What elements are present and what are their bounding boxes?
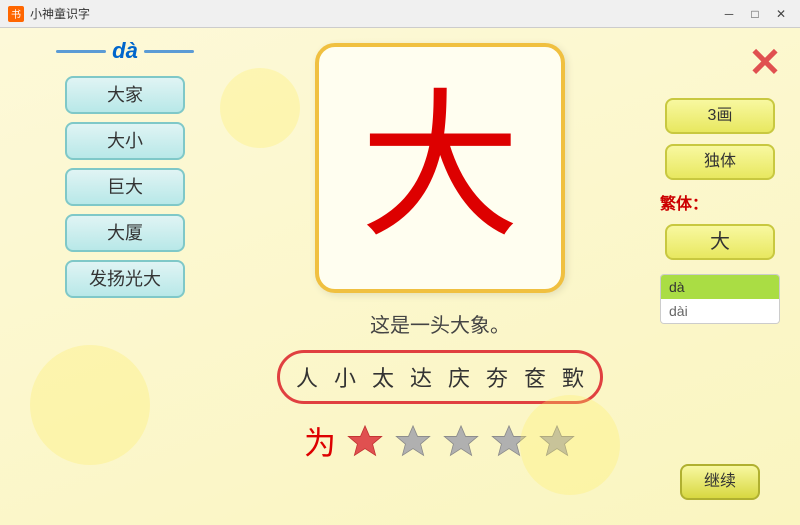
app-icon: 书 xyxy=(8,6,24,22)
choice-3[interactable]: 达 xyxy=(410,361,432,393)
pinyin-line-left xyxy=(56,50,106,53)
maximize-button[interactable]: □ xyxy=(744,5,766,23)
close-button[interactable]: ✕ xyxy=(770,5,792,23)
choice-0[interactable]: 人 xyxy=(296,361,318,393)
word-btn-3[interactable]: 大厦 xyxy=(65,214,185,252)
deco-circle-3 xyxy=(520,395,620,495)
continue-button[interactable]: 继续 xyxy=(680,464,760,500)
main-character: 大 xyxy=(360,88,520,248)
choice-7[interactable]: 歅 xyxy=(562,361,584,393)
titlebar-left: 书 小神童识字 xyxy=(8,5,90,22)
star-1 xyxy=(346,422,384,460)
choice-2[interactable]: 太 xyxy=(372,361,394,393)
strokes-info: 3画 xyxy=(665,98,775,134)
fanti-label: 繁体： xyxy=(660,190,708,214)
app-title: 小神童识字 xyxy=(30,5,90,22)
right-panel: ✕ 3画 独体 繁体： 大 dà dài 继续 xyxy=(640,28,800,525)
window-controls: ─ □ ✕ xyxy=(718,5,792,23)
pinyin-list: dà dài xyxy=(660,274,780,324)
star-2 xyxy=(394,422,432,460)
close-x-icon: ✕ xyxy=(748,41,782,85)
choice-1[interactable]: 小 xyxy=(334,361,356,393)
deco-circle-1 xyxy=(30,345,150,465)
deco-circle-2 xyxy=(220,68,300,148)
choices-oval: 人 小 太 达 庆 夯 奁 歅 xyxy=(277,350,603,404)
choice-5[interactable]: 夯 xyxy=(486,361,508,393)
pinyin-line-right xyxy=(144,50,194,53)
titlebar: 书 小神童识字 ─ □ ✕ xyxy=(0,0,800,28)
example-sentence: 这是一头大象。 xyxy=(370,309,510,338)
word-btn-4[interactable]: 发扬光大 xyxy=(65,260,185,298)
structure-info: 独体 xyxy=(665,144,775,180)
choices-container: 人 小 太 达 庆 夯 奁 歅 xyxy=(277,350,603,404)
pinyin-item-inactive[interactable]: dài xyxy=(661,299,779,323)
fanti-char: 大 xyxy=(665,224,775,260)
minimize-button[interactable]: ─ xyxy=(718,5,740,23)
pinyin-item-active[interactable]: dà xyxy=(661,275,779,299)
word-btn-0[interactable]: 大家 xyxy=(65,76,185,114)
close-x-button[interactable]: ✕ xyxy=(740,38,790,88)
answer-character: 为 xyxy=(304,418,336,464)
choice-6[interactable]: 奁 xyxy=(524,361,546,393)
choice-4[interactable]: 庆 xyxy=(448,361,470,393)
pinyin-header: dà xyxy=(56,38,194,64)
main-pinyin: dà xyxy=(112,38,138,64)
star-3 xyxy=(442,422,480,460)
word-btn-2[interactable]: 巨大 xyxy=(65,168,185,206)
word-btn-1[interactable]: 大小 xyxy=(65,122,185,160)
character-card: 大 xyxy=(315,43,565,293)
main-content: dà 大家 大小 巨大 大厦 发扬光大 大 这是一头大象。 人 小 太 达 庆 … xyxy=(0,28,800,525)
